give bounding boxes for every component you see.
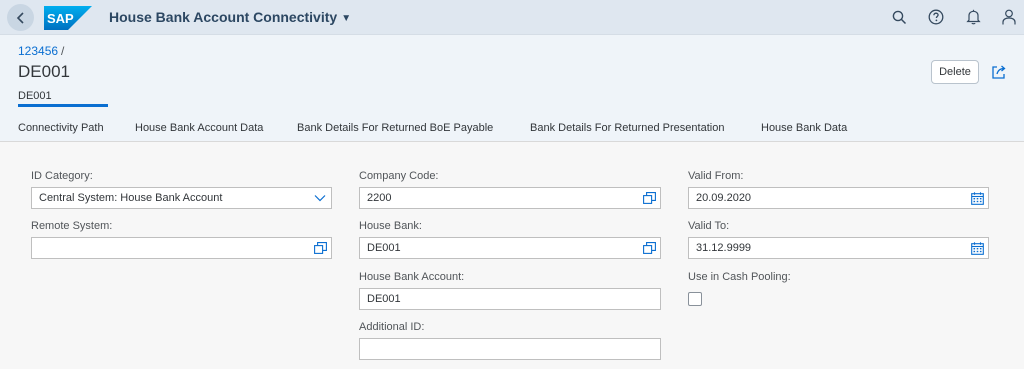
tab-house-bank-data[interactable]: House Bank Data [761, 122, 847, 134]
notifications-button[interactable] [964, 8, 982, 26]
caret-down-icon: ▼ [341, 13, 352, 24]
breadcrumb: 123456/ [18, 44, 64, 58]
tab-house-bank-account-data[interactable]: House Bank Account Data [135, 122, 263, 134]
chevron-down-icon[interactable] [309, 188, 331, 208]
id-category-select[interactable]: Central System: House Bank Account [31, 187, 332, 209]
use-in-cash-pooling-label: Use in Cash Pooling: [688, 271, 791, 283]
object-header: 123456/ DE001 DE001 Delete Connectivity … [0, 35, 1024, 142]
remote-system-label: Remote System: [31, 220, 113, 232]
calendar-icon[interactable] [966, 188, 988, 208]
company-code-input[interactable]: 2200 [359, 187, 661, 209]
help-icon [928, 9, 944, 25]
connectivity-path-form: ID Category: Central System: House Bank … [0, 142, 1024, 369]
page-subtitle: DE001 [18, 90, 52, 102]
use-in-cash-pooling-checkbox[interactable] [688, 292, 702, 306]
house-bank-account-input[interactable]: DE001 [359, 288, 661, 310]
house-bank-account-label: House Bank Account: [359, 271, 465, 283]
valid-from-value: 20.09.2020 [696, 192, 752, 204]
search-icon [892, 10, 906, 24]
company-code-value: 2200 [367, 192, 392, 204]
house-bank-label: House Bank: [359, 220, 422, 232]
sap-logo[interactable]: SAP [44, 6, 92, 30]
house-bank-input[interactable]: DE001 [359, 237, 661, 259]
app-title-menu[interactable]: House Bank Account Connectivity ▼ [109, 9, 351, 25]
valid-from-datepicker[interactable]: 20.09.2020 [688, 187, 989, 209]
house-bank-value: DE001 [367, 242, 401, 254]
additional-id-label: Additional ID: [359, 321, 425, 333]
calendar-icon[interactable] [966, 238, 988, 258]
search-button[interactable] [890, 8, 908, 26]
valid-to-label: Valid To: [688, 220, 730, 232]
share-icon[interactable] [990, 63, 1008, 81]
remote-system-input[interactable] [31, 237, 332, 259]
help-button[interactable] [927, 8, 945, 26]
notifications-icon [965, 9, 981, 25]
id-category-label: ID Category: [31, 170, 93, 182]
valid-to-value: 31.12.9999 [696, 242, 752, 254]
breadcrumb-separator: / [61, 44, 65, 58]
additional-id-input[interactable] [359, 338, 661, 360]
tab-bank-details-returned-boe-payable[interactable]: Bank Details For Returned BoE Payable [297, 122, 493, 134]
logo-text: SAP [47, 11, 74, 26]
shell-bar: SAP House Bank Account Connectivity ▼ [0, 0, 1024, 35]
value-help-icon[interactable] [638, 188, 660, 208]
back-button[interactable] [7, 4, 34, 31]
breadcrumb-link[interactable]: 123456 [18, 44, 58, 58]
delete-button[interactable]: Delete [931, 60, 979, 84]
valid-to-datepicker[interactable]: 31.12.9999 [688, 237, 989, 259]
company-code-label: Company Code: [359, 170, 439, 182]
app-title: House Bank Account Connectivity [109, 9, 338, 25]
user-icon [1002, 9, 1016, 25]
value-help-icon[interactable] [638, 238, 660, 258]
house-bank-account-value: DE001 [367, 293, 401, 305]
active-tab-indicator [18, 104, 108, 107]
section-tabs: Connectivity Path House Bank Account Dat… [0, 117, 1024, 142]
page-title: DE001 [18, 62, 70, 81]
tab-bank-details-returned-presentation[interactable]: Bank Details For Returned Presentation [530, 122, 724, 134]
tab-connectivity-path[interactable]: Connectivity Path [18, 122, 104, 134]
user-button[interactable] [1000, 8, 1018, 26]
valid-from-label: Valid From: [688, 170, 744, 182]
back-icon [16, 11, 24, 24]
value-help-icon[interactable] [309, 238, 331, 258]
id-category-value: Central System: House Bank Account [39, 192, 223, 204]
